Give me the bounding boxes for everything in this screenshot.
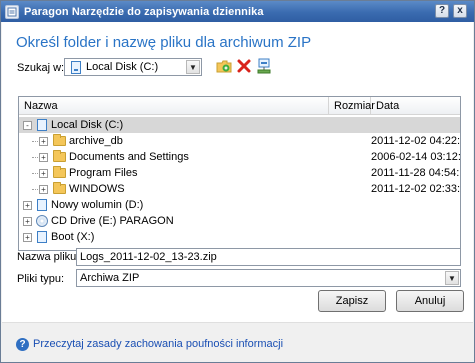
folder-icon [53, 134, 66, 146]
tree-row-name: Documents and Settings [69, 151, 189, 163]
cancel-button[interactable]: Anuluj [396, 290, 464, 312]
tree-row[interactable]: + Program Files 2011-11-28 04:54:18 [19, 165, 460, 181]
tree-row-date: 2011-12-02 02:33:21 [371, 183, 461, 195]
chevron-down-icon[interactable]: ▼ [186, 60, 200, 74]
folder-icon [53, 182, 66, 194]
footer: ? Przeczytaj zasady zachowania poufności… [2, 322, 473, 362]
app-icon [5, 4, 19, 19]
lookin-label: Szukaj w: [17, 62, 65, 74]
help-button[interactable]: ? [435, 4, 449, 18]
column-header-name[interactable]: Nazwa [19, 97, 329, 115]
column-header-date[interactable]: Data [371, 97, 460, 115]
file-tree[interactable]: Nazwa Rozmiar Data - Local Disk (C:) + a… [18, 96, 461, 251]
dialog-content: Określ folder i nazwę pliku dla archiwum… [2, 22, 473, 322]
dialog-window: Paragon Narzędzie do zapisywania dzienni… [0, 0, 475, 363]
save-button[interactable]: Zapisz [318, 290, 386, 312]
delete-icon[interactable] [236, 58, 252, 74]
tree-row-name: Program Files [69, 167, 138, 179]
filetype-label: Pliki typu: [17, 273, 65, 285]
tree-row-name: Local Disk (C:) [51, 119, 124, 131]
drive-icon [37, 119, 47, 131]
expand-icon[interactable]: + [39, 153, 48, 162]
expand-icon[interactable]: + [23, 217, 32, 226]
column-header-size[interactable]: Rozmiar [329, 97, 375, 115]
lookin-combobox[interactable]: Local Disk (C:) ▼ [64, 58, 202, 76]
lookin-value: Local Disk (C:) [86, 61, 159, 73]
expand-icon[interactable]: + [23, 201, 32, 210]
network-drive-icon[interactable] [256, 58, 272, 74]
cd-drive-icon [36, 215, 48, 227]
tree-row-name: archive_db [69, 135, 123, 147]
tree-row-name: WINDOWS [69, 183, 125, 195]
tree-row-name: CD Drive (E:) PARAGON [51, 215, 174, 227]
filename-label: Nazwa pliku: [17, 251, 80, 263]
tree-row[interactable]: + archive_db 2011-12-02 04:22:02 [19, 133, 460, 149]
expand-icon[interactable]: + [23, 233, 32, 242]
expand-icon[interactable]: + [39, 137, 48, 146]
tree-row[interactable]: + CD Drive (E:) PARAGON [19, 213, 460, 229]
tree-row[interactable]: + Boot (X:) [19, 229, 460, 245]
drive-icon [37, 199, 47, 211]
filetype-select[interactable]: Archiwa ZIP ▼ [76, 269, 461, 287]
drive-icon [71, 60, 81, 74]
tree-row[interactable]: + Documents and Settings 2006-02-14 03:1… [19, 149, 460, 165]
folder-icon [53, 150, 66, 162]
expand-icon[interactable]: + [39, 169, 48, 178]
chevron-down-icon[interactable]: ▼ [445, 271, 459, 285]
new-folder-icon[interactable] [216, 58, 232, 74]
tree-row-name: Nowy wolumin (D:) [51, 199, 144, 211]
tree-row-date: 2011-11-28 04:54:18 [371, 167, 460, 179]
tree-header: Nazwa Rozmiar Data [19, 97, 460, 115]
close-button[interactable]: x [453, 4, 467, 18]
tree-row-date: 2006-02-14 03:12:49 [371, 151, 461, 163]
drive-icon [37, 231, 47, 243]
tree-row-name: Boot (X:) [51, 231, 95, 243]
tree-row-date: 2011-12-02 04:22:02 [371, 135, 461, 147]
filetype-value: Archiwa ZIP [80, 272, 140, 284]
folder-icon [53, 166, 66, 178]
collapse-icon[interactable]: - [23, 121, 32, 130]
tree-row[interactable]: + WINDOWS 2011-12-02 02:33:21 [19, 181, 460, 197]
help-icon: ? [16, 338, 29, 351]
tree-row[interactable]: + Nowy wolumin (D:) [19, 197, 460, 213]
filename-input[interactable]: Logs_2011-12-02_13-23.zip [76, 248, 461, 266]
dialog-heading: Określ folder i nazwę pliku dla archiwum… [16, 34, 312, 51]
privacy-link[interactable]: Przeczytaj zasady zachowania poufności i… [33, 338, 283, 350]
window-title: Paragon Narzędzie do zapisywania dzienni… [24, 5, 264, 18]
tree-row[interactable]: - Local Disk (C:) [19, 117, 460, 133]
expand-icon[interactable]: + [39, 185, 48, 194]
title-bar[interactable]: Paragon Narzędzie do zapisywania dzienni… [1, 1, 474, 22]
